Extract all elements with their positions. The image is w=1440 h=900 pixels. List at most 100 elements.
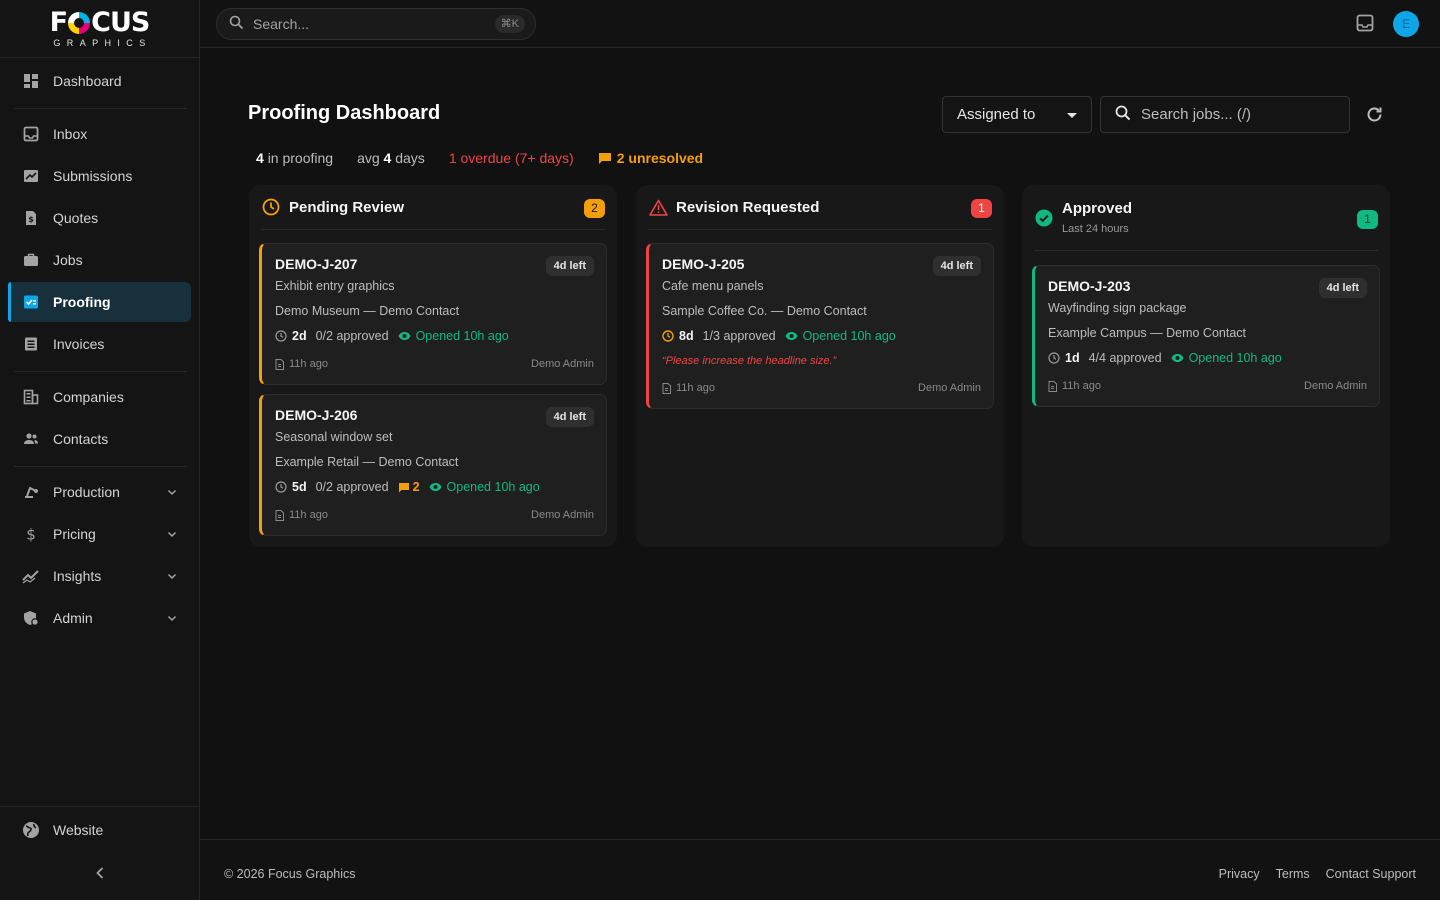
insights-icon <box>22 567 40 585</box>
sidebar-item-jobs[interactable]: Jobs <box>8 240 191 280</box>
refresh-icon[interactable] <box>1365 105 1384 127</box>
global-search[interactable]: ⌘K <box>216 8 536 40</box>
sidebar-item-label: Companies <box>53 389 124 405</box>
column-title: Pending Review <box>289 198 405 216</box>
time-left-badge: 4d left <box>932 256 981 276</box>
approval-count: 0/2 approved <box>315 480 389 494</box>
eye-icon <box>429 482 442 492</box>
sidebar-item-label: Jobs <box>53 252 83 268</box>
admin-icon <box>22 609 40 627</box>
overdue-stat[interactable]: 1 overdue (7+ days) <box>449 150 574 166</box>
sidebar-item-production[interactable]: Production <box>8 472 191 512</box>
comment-icon <box>398 482 410 493</box>
job-card[interactable]: DEMO-J-205 4d left Cafe menu panels Samp… <box>646 243 994 409</box>
chevron-down-icon[interactable] <box>167 610 177 626</box>
card-footer: 11h ago Demo Admin <box>662 382 981 394</box>
column-approved: Approved Last 24 hours 1 DEMO-J-203 4d l… <box>1022 185 1390 547</box>
sidebar-item-website[interactable]: Website <box>8 810 191 850</box>
sidebar-item-label: Invoices <box>53 336 105 352</box>
updated-by: Demo Admin <box>531 509 594 521</box>
job-meta: 5d 0/2 approved 2 Opened 10h ago <box>275 480 540 494</box>
inbox-icon <box>22 125 40 143</box>
revision-note: “Please increase the headline size.” <box>662 355 837 367</box>
privacy-link[interactable]: Privacy <box>1219 867 1260 881</box>
sidebar-item-proofing[interactable]: Proofing <box>8 282 191 322</box>
card-footer: 11h ago Demo Admin <box>275 509 594 521</box>
sidebar-item-insights[interactable]: Insights <box>8 556 191 596</box>
job-company: Example Retail — Demo Contact <box>275 455 459 469</box>
job-age: 2d <box>292 329 307 343</box>
page-footer: © 2026 Focus Graphics Privacy Terms Cont… <box>200 839 1440 900</box>
approval-count: 1/3 approved <box>702 329 776 343</box>
sidebar-item-contacts[interactable]: Contacts <box>8 419 191 459</box>
column-header: Pending Review 2 <box>261 185 605 230</box>
assigned-to-select[interactable]: Assigned to <box>942 96 1092 133</box>
clock-icon <box>662 330 674 342</box>
sidebar-item-dashboard[interactable]: Dashboard <box>8 61 191 101</box>
quotes-icon: $ <box>22 209 40 227</box>
column-revision-requested: Revision Requested 1 DEMO-J-205 4d left … <box>636 185 1004 547</box>
footer-links: Privacy Terms Contact Support <box>1203 867 1416 881</box>
sidebar: F CUS GRAPHICS Dashboard Inbox Submission… <box>0 0 200 900</box>
companies-icon <box>22 388 40 406</box>
dollar-icon: $ <box>22 525 40 543</box>
column-subtitle: Last 24 hours <box>1062 223 1129 235</box>
job-id: DEMO-J-203 <box>1048 278 1131 294</box>
job-card[interactable]: DEMO-J-203 4d left Wayfinding sign packa… <box>1032 265 1380 407</box>
eye-icon <box>1171 353 1184 363</box>
chevron-down-icon[interactable] <box>167 484 177 500</box>
avatar[interactable]: E <box>1393 11 1419 37</box>
sidebar-item-submissions[interactable]: Submissions <box>8 156 191 196</box>
search-input[interactable] <box>253 16 473 32</box>
sidebar-item-label: Submissions <box>53 168 133 184</box>
contact-support-link[interactable]: Contact Support <box>1326 867 1416 881</box>
job-meta: 2d 0/2 approved Opened 10h ago <box>275 329 509 343</box>
approval-count: 0/2 approved <box>315 329 389 343</box>
job-id: DEMO-J-207 <box>275 256 358 272</box>
notifications-tray-icon[interactable] <box>1356 14 1374 35</box>
brand-logo[interactable]: F CUS GRAPHICS <box>0 0 199 58</box>
job-search[interactable] <box>1100 96 1350 133</box>
job-company: Sample Coffee Co. — Demo Contact <box>662 304 867 318</box>
collapse-sidebar-icon[interactable] <box>94 866 106 883</box>
shortcut-badge: ⌘K <box>494 15 525 33</box>
sidebar-item-quotes[interactable]: $ Quotes <box>8 198 191 238</box>
caret-down-icon <box>1067 113 1077 118</box>
search-icon <box>1115 105 1131 124</box>
time-left-badge: 4d left <box>545 256 594 276</box>
job-meta: 1d 4/4 approved Opened 10h ago <box>1048 351 1282 365</box>
production-icon <box>22 483 40 501</box>
sidebar-item-invoices[interactable]: Invoices <box>8 324 191 364</box>
time-left-badge: 4d left <box>1318 278 1367 298</box>
job-id: DEMO-J-206 <box>275 407 358 423</box>
check-circle-icon <box>1034 208 1054 228</box>
job-card[interactable]: DEMO-J-206 4d left Seasonal window set E… <box>259 394 607 536</box>
warning-icon <box>648 197 668 217</box>
globe-icon <box>22 821 40 839</box>
job-description: Exhibit entry graphics <box>275 279 395 293</box>
sidebar-item-inbox[interactable]: Inbox <box>8 114 191 154</box>
sidebar-item-label: Proofing <box>53 294 111 310</box>
approval-count: 4/4 approved <box>1088 351 1162 365</box>
unresolved-stat[interactable]: 2 unresolved <box>598 150 703 166</box>
sidebar-item-admin[interactable]: Admin <box>8 598 191 638</box>
sidebar-item-label: Website <box>53 822 104 838</box>
sidebar-item-label: Contacts <box>53 431 109 447</box>
card-footer: 11h ago Demo Admin <box>1048 380 1367 392</box>
logo-tagline: GRAPHICS <box>53 37 152 48</box>
column-pending-review: Pending Review 2 DEMO-J-207 4d left Exhi… <box>249 185 617 547</box>
count-badge: 1 <box>1357 210 1378 229</box>
count-badge: 1 <box>971 199 992 218</box>
copyright: © 2026 Focus Graphics <box>224 867 356 881</box>
in-proofing-stat: 4 in proofing <box>256 150 334 166</box>
terms-link[interactable]: Terms <box>1276 867 1310 881</box>
chevron-down-icon[interactable] <box>167 526 177 542</box>
sidebar-item-pricing[interactable]: $ Pricing <box>8 514 191 554</box>
chevron-down-icon[interactable] <box>167 568 177 584</box>
sidebar-item-companies[interactable]: Companies <box>8 377 191 417</box>
job-card[interactable]: DEMO-J-207 4d left Exhibit entry graphic… <box>259 243 607 385</box>
job-search-input[interactable] <box>1141 106 1341 123</box>
sidebar-item-label: Production <box>53 484 120 500</box>
eye-icon <box>398 331 411 341</box>
comment-count: 2 <box>412 480 420 494</box>
